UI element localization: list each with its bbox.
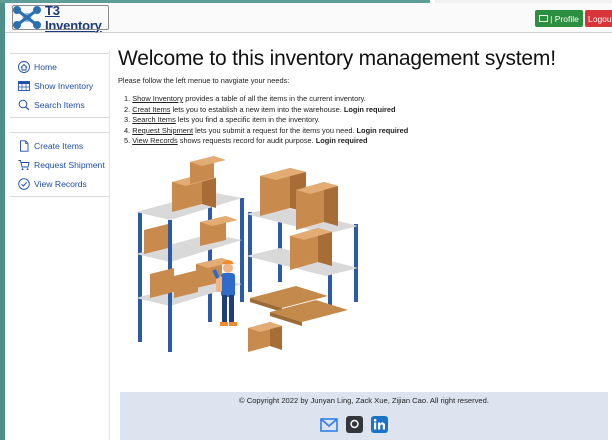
sidebar-item-label: Request Shipment [34,159,105,170]
step-note: Login required [343,104,396,114]
sidebar-item-label: Create Items [34,140,84,151]
github-icon[interactable] [346,416,363,433]
file-icon [20,139,29,152]
sidebar-item-label: Show Inventory [34,80,94,91]
main-content: Welcome to this inventory management sys… [118,47,608,147]
step-text: provides a table of all the items in the… [183,94,366,103]
step-note: Login required [356,125,409,135]
profile-button-label: | Profile [550,13,579,24]
footer: © Copyright 2022 by Junyan Ling, Zack Xu… [120,392,608,440]
step-number: 1. [124,94,131,103]
step-link-create-items[interactable]: Creat Items [132,105,170,114]
logout-button[interactable]: Logout [585,10,612,27]
warehouse-illustration [130,152,362,370]
sidebar-group-actions: Create Items Request Shipment View Recor… [10,132,109,197]
search-icon [18,99,30,110]
navbar: T3 Inventory [5,3,612,33]
step-note: Login required [315,136,368,146]
profile-button[interactable]: | Profile [535,10,583,27]
sidebar-item-create-items[interactable]: Create Items [10,136,109,155]
step-number: 2. [124,104,131,114]
sidebar: Home Show Inventory Search Items Create … [10,50,110,440]
logout-button-label: Logout [588,13,612,24]
linkedin-icon[interactable] [371,416,388,433]
sidebar-item-request-shipment[interactable]: Request Shipment [10,155,109,174]
list-item: 1. Show Inventory provides a table of al… [124,94,608,105]
brand-link[interactable]: T3 Inventory [12,3,109,33]
step-text: lets you submit a request for the items … [193,125,357,135]
sidebar-item-label: View Records [34,178,87,189]
step-link-request-shipment[interactable]: Request Shipment [132,126,193,135]
brand-logo-icon [12,5,42,30]
steps-list: 1. Show Inventory provides a table of al… [118,94,608,147]
copyright-text: © Copyright 2022 by Junyan Ling, Zack Xu… [239,396,489,405]
home-icon [18,60,30,73]
list-item: 4. Request Shipment lets you submit a re… [124,126,608,137]
list-item: 3. Search Items lets you find a specific… [124,115,608,126]
cart-icon [18,159,30,170]
list-item: 2. Creat Items lets you to establish a n… [124,105,608,116]
id-card-icon [539,15,549,22]
check-circle-icon [18,177,30,190]
list-item: 5. View Records shows requests record fo… [124,136,608,147]
mail-icon[interactable] [320,417,338,432]
step-text: shows requests record for audit purpose. [177,136,316,146]
step-number: 3. [124,115,131,125]
table-icon [18,80,30,91]
sidebar-item-label: Home [34,61,57,72]
step-link-view-records[interactable]: View Records [132,136,177,145]
sidebar-item-view-records[interactable]: View Records [10,174,109,193]
sidebar-item-show-inventory[interactable]: Show Inventory [10,76,109,95]
page-title: Welcome to this inventory management sys… [118,47,556,70]
step-number: 5. [124,136,131,146]
step-text: lets you find a specific item in the inv… [175,115,320,125]
step-link-show-inventory[interactable]: Show Inventory [132,94,183,103]
page-subtitle: Please follow the left menue to navgiate… [118,76,290,85]
sidebar-group-browse: Home Show Inventory Search Items [10,53,109,118]
sidebar-item-home[interactable]: Home [10,57,109,76]
sidebar-item-label: Search Items [34,99,85,110]
social-links [320,416,388,433]
step-number: 4. [124,125,131,135]
sidebar-item-search-items[interactable]: Search Items [10,95,109,114]
step-link-search-items[interactable]: Search Items [132,115,176,124]
step-text: lets you to establish a new item into th… [170,104,344,114]
